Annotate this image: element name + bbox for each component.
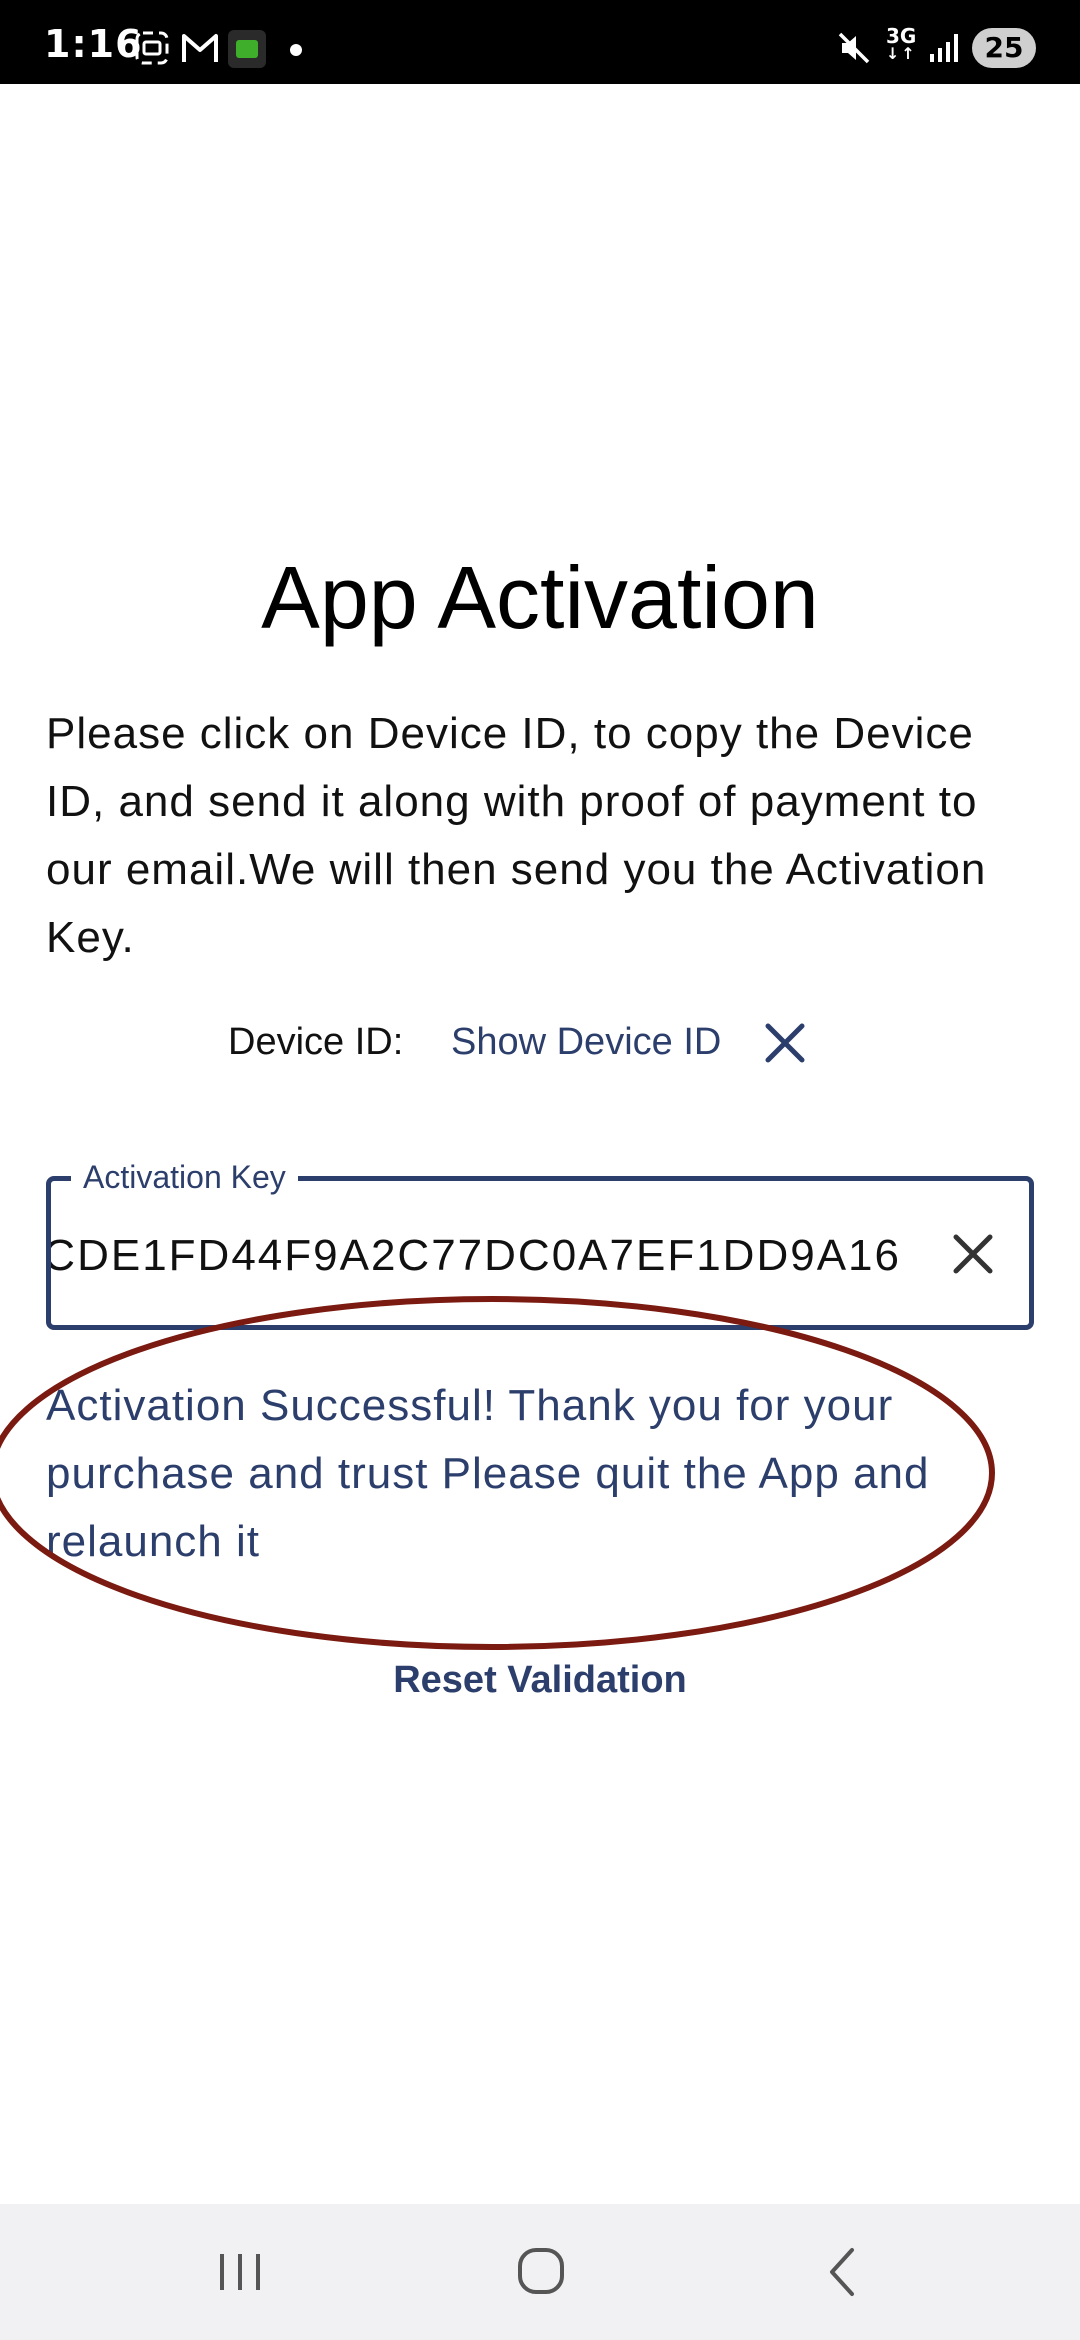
app-notification-icon [228, 30, 266, 68]
battery-level: 25 [984, 31, 1024, 64]
page-title: App Activation [261, 548, 819, 647]
home-icon[interactable] [500, 2242, 580, 2302]
network-3g-icon: 3G ↓↑ [886, 24, 917, 63]
back-icon[interactable] [802, 2242, 882, 2302]
signal-icon [930, 34, 958, 62]
mute-icon [838, 32, 870, 64]
screenshot-icon [135, 31, 169, 65]
activation-key-value: CDE1FD44F9A2C77DC0A7EF1DD9A16 [51, 1231, 901, 1280]
app-screen: 1:16 3G ↓↑ 25 App Activation Please clic… [0, 0, 1080, 2340]
activation-key-input[interactable]: CDE1FD44F9A2C77DC0A7EF1DD9A16 [51, 1221, 901, 1291]
device-id-label: Device ID: [228, 1021, 404, 1063]
status-bar: 1:16 3G ↓↑ 25 [0, 0, 1080, 84]
navigation-bar [0, 2204, 1080, 2340]
gmail-icon [182, 34, 218, 62]
annotation-ellipse [0, 1296, 995, 1650]
recent-apps-icon[interactable] [200, 2242, 280, 2302]
instructions-text: Please click on Device ID, to copy the D… [46, 709, 987, 962]
show-device-id-link[interactable]: Show Device ID [451, 1014, 721, 1070]
clear-key-icon[interactable] [948, 1229, 998, 1279]
dot-icon [290, 44, 302, 56]
reset-validation-button[interactable]: Reset Validation [0, 1652, 1080, 1708]
activation-key-label: Activation Key [71, 1155, 298, 1199]
device-id-close-icon[interactable] [762, 1020, 808, 1066]
status-time: 1:16 [44, 22, 143, 66]
battery-icon: 25 [972, 28, 1036, 68]
